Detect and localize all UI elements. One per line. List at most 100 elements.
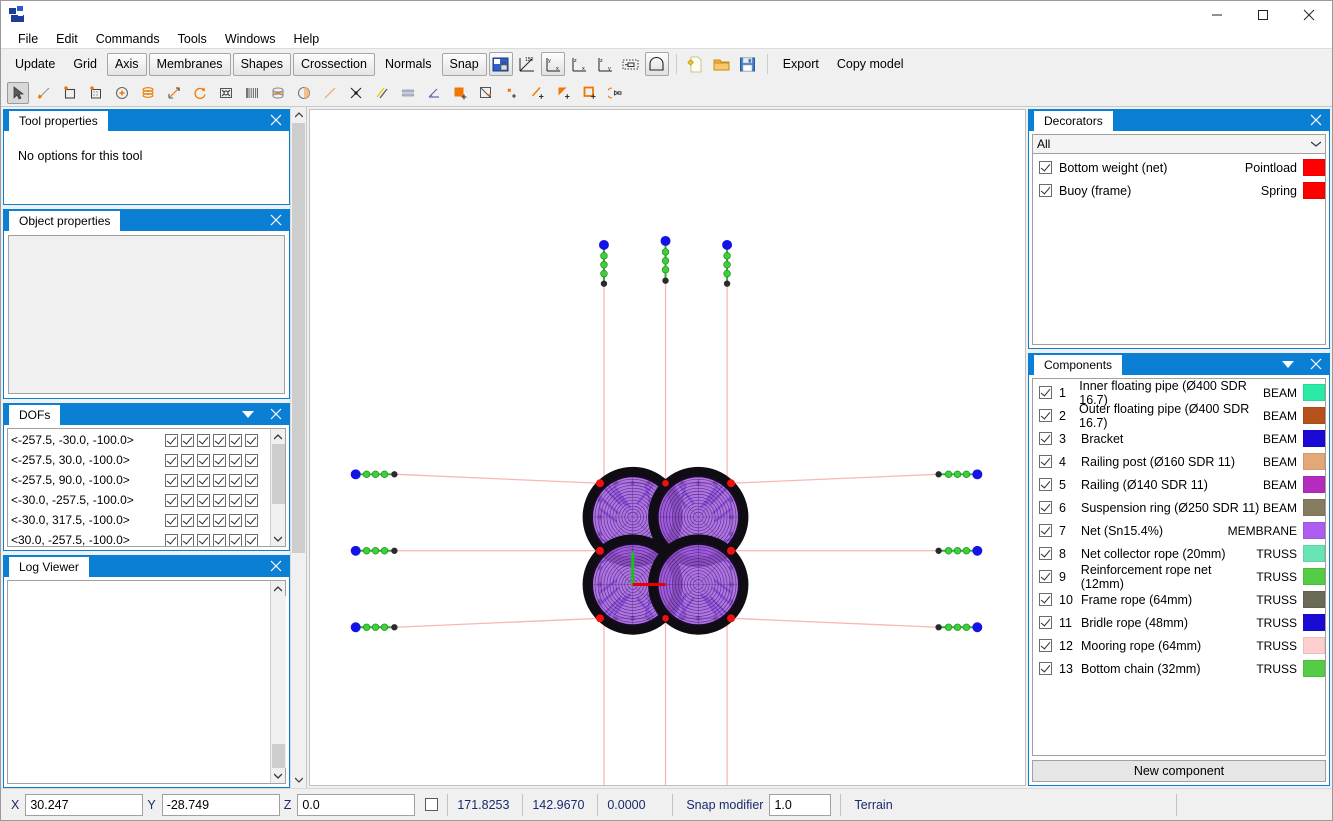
dock-scroll-up-icon[interactable]: [291, 107, 306, 123]
components-tab[interactable]: Components: [1034, 355, 1123, 375]
add-triangle-icon[interactable]: [553, 82, 575, 104]
component-color-swatch[interactable]: [1303, 522, 1325, 539]
dof-checkbox[interactable]: [245, 493, 258, 507]
log-scroll-down-icon[interactable]: [271, 768, 286, 783]
component-row[interactable]: 7 Net (Sn15.4%) MEMBRANE: [1033, 519, 1325, 542]
component-color-swatch[interactable]: [1303, 637, 1325, 654]
tool-properties-close-icon[interactable]: [262, 109, 290, 131]
dofs-row[interactable]: <-257.5, 90.0, -100.0>: [11, 470, 270, 490]
dof-checkbox[interactable]: [213, 473, 226, 487]
component-row[interactable]: 3 Bracket BEAM: [1033, 427, 1325, 450]
log-scroll-thumb[interactable]: [271, 744, 285, 768]
grid-points-icon[interactable]: [85, 82, 107, 104]
component-row[interactable]: 5 Railing (Ø140 SDR 11) BEAM: [1033, 473, 1325, 496]
copy-model-button[interactable]: Copy model: [829, 53, 912, 76]
dofs-menu-icon[interactable]: [234, 403, 262, 425]
component-checkbox[interactable]: [1039, 662, 1052, 675]
dofs-close-icon[interactable]: [262, 403, 290, 425]
log-viewer-content[interactable]: [7, 580, 286, 784]
dof-checkbox[interactable]: [197, 493, 210, 507]
menu-item-edit[interactable]: Edit: [47, 30, 87, 48]
yx-axis-icon[interactable]: y x: [540, 52, 565, 76]
toolbar-crossection-button[interactable]: Crossection: [292, 52, 375, 76]
toolbar-shapes-button[interactable]: Shapes: [232, 52, 291, 76]
new-component-button[interactable]: New component: [1032, 760, 1326, 782]
export-button[interactable]: Export: [775, 53, 827, 76]
component-row[interactable]: 12 Mooring rope (64mm) TRUSS: [1033, 634, 1325, 657]
object-properties-close-icon[interactable]: [262, 209, 290, 231]
component-color-swatch[interactable]: [1303, 476, 1325, 493]
new-rect-icon[interactable]: [59, 82, 81, 104]
dock-scroll-track[interactable]: [291, 123, 306, 772]
intersect-icon[interactable]: [345, 82, 367, 104]
dofs-row[interactable]: <-257.5, 30.0, -100.0>: [11, 450, 270, 470]
decorator-checkbox[interactable]: [1039, 184, 1052, 197]
dof-checkbox[interactable]: [229, 513, 242, 527]
add-square-icon[interactable]: [579, 82, 601, 104]
toolbar-normals-button[interactable]: Normals: [377, 53, 440, 76]
decorators-tab[interactable]: Decorators: [1034, 111, 1113, 131]
component-color-swatch[interactable]: [1303, 568, 1325, 585]
dof-checkbox[interactable]: [229, 453, 242, 467]
component-row[interactable]: 13 Bottom chain (32mm) TRUSS: [1033, 657, 1325, 680]
zy-axis-icon[interactable]: z y: [593, 52, 617, 76]
snap-modifier-input[interactable]: 1.0: [769, 793, 832, 816]
model-canvas[interactable]: [310, 110, 1025, 785]
rotate-icon[interactable]: [189, 82, 211, 104]
component-color-swatch[interactable]: [1303, 614, 1325, 631]
select-arrow-icon[interactable]: [7, 81, 29, 104]
component-color-swatch[interactable]: [1303, 499, 1325, 516]
extend-icon[interactable]: [163, 82, 185, 104]
component-color-swatch[interactable]: [1303, 384, 1325, 401]
dofs-row[interactable]: <-30.0, -257.5, -100.0>: [11, 490, 270, 510]
decorator-row[interactable]: Bottom weight (net) Pointload: [1033, 156, 1325, 179]
component-color-swatch[interactable]: [1303, 453, 1325, 470]
object-properties-tab[interactable]: Object properties: [9, 211, 121, 231]
fill-square-icon[interactable]: [449, 82, 471, 104]
dof-checkbox[interactable]: [197, 473, 210, 487]
dof-checkbox[interactable]: [245, 433, 258, 447]
tool-properties-tab[interactable]: Tool properties: [9, 111, 108, 131]
toolbar-update-button[interactable]: Update: [7, 53, 63, 76]
component-checkbox[interactable]: [1039, 432, 1052, 445]
view-lock-icon[interactable]: [488, 52, 513, 76]
component-color-swatch[interactable]: [1303, 430, 1325, 447]
dof-checkbox[interactable]: [165, 453, 178, 467]
divide-icon[interactable]: [397, 82, 419, 104]
decorators-close-icon[interactable]: [1302, 109, 1330, 131]
menu-item-file[interactable]: File: [9, 30, 47, 48]
dof-checkbox[interactable]: [213, 433, 226, 447]
component-row[interactable]: 6 Suspension ring (Ø250 SDR 11) BEAM: [1033, 496, 1325, 519]
decorators-filter-select[interactable]: All: [1032, 134, 1326, 154]
draw-line-icon[interactable]: [33, 82, 55, 104]
components-list[interactable]: 1 Inner floating pipe (Ø400 SDR 16.7) BE…: [1032, 378, 1326, 756]
scale-box-icon[interactable]: [215, 82, 237, 104]
dofs-scroll-track[interactable]: [270, 444, 285, 531]
parallel-lines-icon[interactable]: [371, 82, 393, 104]
dof-checkbox[interactable]: [245, 513, 258, 527]
decorator-checkbox[interactable]: [1039, 161, 1052, 174]
y-coordinate-input[interactable]: -28.749: [161, 793, 280, 816]
x-coordinate-input[interactable]: 30.247: [25, 793, 144, 816]
dof-checkbox[interactable]: [213, 453, 226, 467]
dof-checkbox[interactable]: [229, 493, 242, 507]
close-button[interactable]: [1286, 1, 1332, 29]
save-disk-icon[interactable]: [736, 52, 760, 76]
maximize-button[interactable]: [1240, 1, 1286, 29]
components-close-icon[interactable]: [1302, 353, 1330, 375]
dofs-tab[interactable]: DOFs: [9, 405, 61, 425]
dof-checkbox[interactable]: [165, 513, 178, 527]
component-color-swatch[interactable]: [1303, 591, 1325, 608]
dofs-row[interactable]: <-257.5, -30.0, -100.0>: [11, 430, 270, 450]
component-checkbox[interactable]: [1039, 593, 1052, 606]
menu-item-help[interactable]: Help: [285, 30, 329, 48]
add-line-icon[interactable]: [527, 82, 549, 104]
component-row[interactable]: 4 Railing post (Ø160 SDR 11) BEAM: [1033, 450, 1325, 473]
component-checkbox[interactable]: [1039, 570, 1052, 583]
open-folder-icon[interactable]: [710, 52, 734, 76]
log-viewer-close-icon[interactable]: [262, 555, 290, 577]
decorator-color-swatch[interactable]: [1303, 182, 1325, 199]
component-checkbox[interactable]: [1039, 501, 1052, 514]
dofs-scroll-up-icon[interactable]: [271, 429, 286, 444]
dof-checkbox[interactable]: [197, 453, 210, 467]
